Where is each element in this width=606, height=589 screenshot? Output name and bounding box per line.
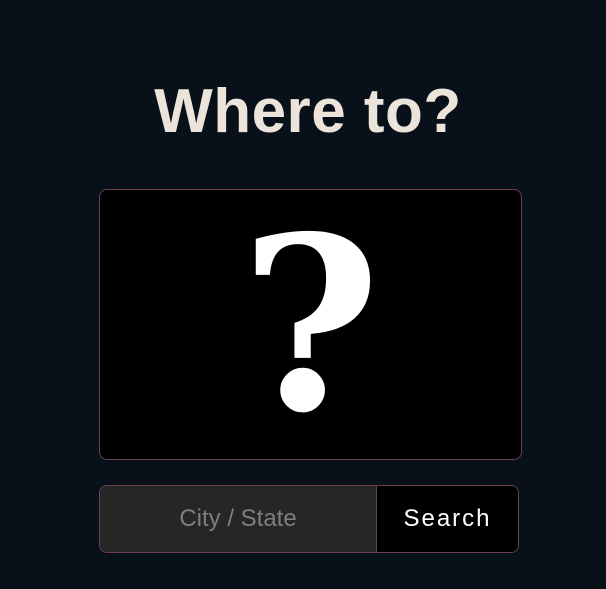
page-title: Where to? [154,77,462,146]
city-state-input[interactable] [100,486,377,552]
search-form: Search [99,485,519,553]
question-mark-icon: ? [240,189,381,460]
destination-image: ? [99,189,522,460]
search-button[interactable]: Search [377,486,518,552]
